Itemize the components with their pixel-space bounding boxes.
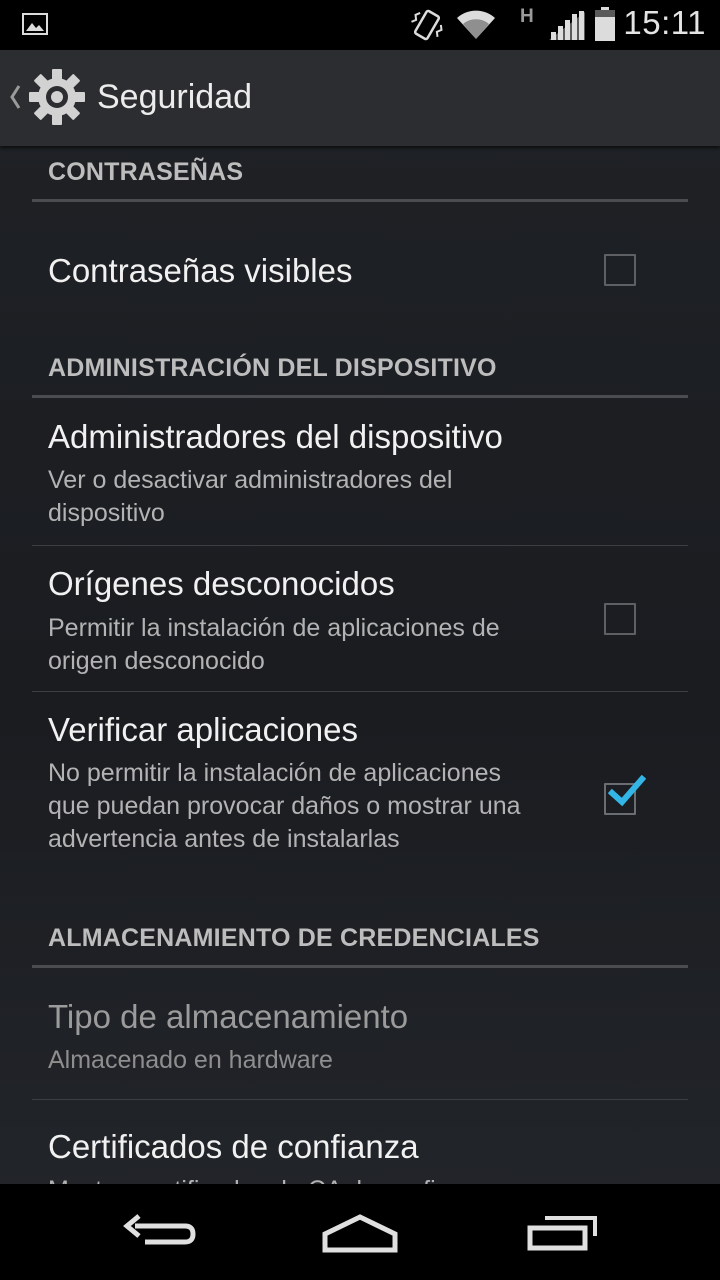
pref-unknown-sources[interactable]: Orígenes desconocidos Permitir la instal…: [0, 546, 720, 691]
recent-apps-icon: [527, 1216, 597, 1251]
pref-summary: Ver o desactivar administradores del dis…: [48, 466, 453, 527]
gear-icon: [29, 69, 85, 125]
pref-storage-type: Tipo de almacenamiento Almacenado en har…: [0, 968, 720, 1099]
checkmark-icon: [608, 775, 646, 807]
back-chevron-icon: [10, 85, 21, 109]
section-header-device-admin: ADMINISTRACIÓN DEL DISPOSITIVO: [48, 354, 497, 382]
screen: H 15:11 Seguridad CONTRASEÑAS Contraseña…: [0, 0, 720, 1280]
pref-title: Orígenes desconocidos: [48, 565, 395, 602]
pref-title: Verificar aplicaciones: [48, 711, 358, 748]
navigation-bar: [0, 1184, 720, 1280]
action-bar: Seguridad: [0, 50, 720, 146]
page-title: Seguridad: [97, 78, 253, 116]
vibrate-icon: [411, 9, 443, 41]
pref-title: Administradores del dispositivo: [48, 418, 503, 455]
section-header-credential-storage: ALMACENAMIENTO DE CREDENCIALES: [48, 924, 540, 952]
nav-back-button[interactable]: [105, 1202, 215, 1262]
battery-icon: [595, 7, 615, 41]
pref-title: Contraseñas visibles: [48, 252, 353, 289]
status-bar: H 15:11: [0, 0, 720, 50]
pref-device-administrators[interactable]: Administradores del dispositivo Ver o de…: [0, 398, 720, 546]
section-header-passwords: CONTRASEÑAS: [48, 158, 244, 186]
gallery-icon: [22, 13, 48, 35]
pref-summary: Permitir la instalación de aplicaciones …: [48, 614, 500, 675]
pref-summary: Almacenado en hardware: [48, 1046, 333, 1074]
nav-recent-apps-button[interactable]: [505, 1202, 615, 1262]
clock: 15:11: [623, 4, 706, 41]
up-navigation-button[interactable]: Seguridad: [0, 50, 280, 146]
verify-apps-checkbox[interactable]: [604, 775, 646, 815]
visible-passwords-checkbox[interactable]: [604, 254, 636, 286]
pref-title: Certificados de confianza: [48, 1128, 419, 1165]
signal-icon: [549, 11, 585, 40]
home-icon: [322, 1214, 398, 1253]
nav-home-button[interactable]: [305, 1202, 415, 1262]
settings-list[interactable]: CONTRASEÑAS Contraseñas visibles ADMINIS…: [0, 146, 720, 1184]
pref-trusted-credentials[interactable]: Certificados de confianza Mostrar certif…: [0, 1100, 720, 1184]
pref-summary: Mostrar certificados de CA de confianza: [48, 1174, 548, 1184]
unknown-sources-checkbox[interactable]: [604, 603, 636, 635]
pref-verify-apps[interactable]: Verificar aplicaciones No permitir la in…: [0, 692, 720, 922]
wifi-icon: [457, 10, 495, 39]
pref-title: Tipo de almacenamiento: [48, 998, 409, 1035]
back-icon: [123, 1214, 196, 1245]
network-type-label: H: [520, 6, 534, 27]
pref-summary: No permitir la instalación de aplicacion…: [48, 759, 521, 853]
pref-visible-passwords[interactable]: Contraseñas visibles: [0, 202, 720, 352]
